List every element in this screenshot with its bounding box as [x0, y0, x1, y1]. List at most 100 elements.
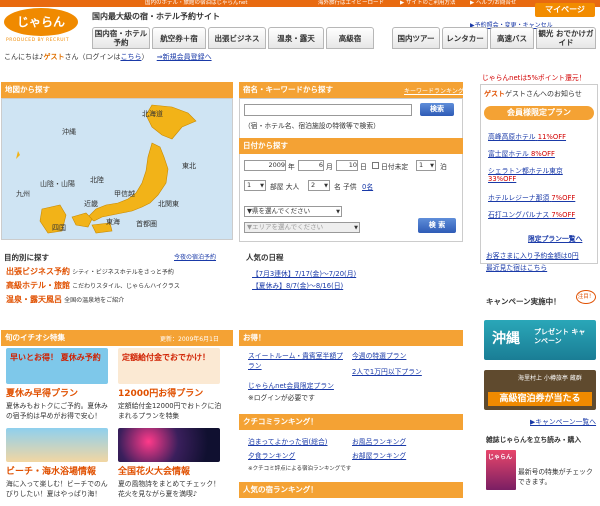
- tab-luxury[interactable]: 高級宿: [326, 27, 374, 49]
- otoku-link[interactable]: 2人で1万円以下プラン: [352, 366, 422, 376]
- plan-name[interactable]: 富士屋ホテル: [488, 150, 529, 158]
- magazine-cover-title: じゃらん: [488, 454, 513, 461]
- feature-label[interactable]: ビーチ・海水浴場情報: [6, 464, 96, 477]
- kuchikomi-link[interactable]: お風呂ランキング: [352, 436, 406, 446]
- plan-link[interactable]: シェラトン都ホテル東京 33%OFF: [488, 165, 592, 183]
- tab-onsen[interactable]: 温泉・露天: [268, 27, 324, 49]
- date-search-button[interactable]: 検 索: [418, 218, 456, 233]
- kuchikomi-link[interactable]: お部屋ランキング: [352, 450, 406, 460]
- prefecture-select[interactable]: ▼県を選んでください: [244, 206, 342, 217]
- purpose-label[interactable]: 高級ホテル・旅館: [6, 281, 70, 290]
- beach-image[interactable]: [6, 428, 108, 462]
- overseas-link[interactable]: 海外旅行はエイビーロード: [318, 0, 384, 7]
- tab-tour[interactable]: 国内ツアー: [392, 27, 440, 49]
- plan-link[interactable]: 石打ユングパルナス 7%OFF: [488, 209, 575, 219]
- otoku-link[interactable]: 今週の特選プラン: [352, 350, 406, 360]
- region-sanin-sanyo[interactable]: 山陰・山陽: [40, 179, 75, 189]
- day-input[interactable]: 10: [336, 160, 358, 171]
- plan-name[interactable]: ホテルレジーナ那須: [488, 194, 549, 202]
- help-link[interactable]: ▶ サイトのご利用方法: [400, 0, 455, 7]
- tab-sightseeing[interactable]: 観光 おでかけガイド: [536, 27, 596, 49]
- schedule-link[interactable]: 【夏休み】8/7(金)〜8/16(日): [252, 280, 343, 290]
- adults-select[interactable]: 2: [308, 180, 330, 191]
- undecided-checkbox[interactable]: [372, 162, 379, 169]
- children-select[interactable]: 0名: [362, 181, 373, 191]
- plan-name[interactable]: 石打ユングパルナス: [488, 211, 549, 219]
- plan-off: 8%OFF: [530, 150, 555, 158]
- keyword-input[interactable]: [244, 104, 412, 116]
- otoku-link[interactable]: じゃらんnet会員限定プラン: [248, 380, 334, 390]
- keyword-search-button[interactable]: 検索: [420, 103, 454, 116]
- my-page-button[interactable]: マイページ: [535, 3, 595, 17]
- purpose-label[interactable]: 出張ビジネス予約: [6, 267, 70, 276]
- year-label: 年: [288, 163, 295, 171]
- feature-banner[interactable]: 早いとお得！ 夏休み予約: [6, 348, 108, 384]
- region-kitakanto[interactable]: 北関東: [158, 199, 179, 209]
- hotel-campaign-banner[interactable]: 海里村上 小樽旅亭 蔵群 高級宿泊券が当たる: [484, 370, 596, 410]
- feature-desc: 定額給付金12000円でおトクに泊まれるプランを特集: [118, 402, 222, 420]
- register-link[interactable]: ⇒新規会員登録へ: [157, 53, 212, 61]
- greeting-text: こんにちは♪: [4, 53, 44, 61]
- tab-domestic-hotel[interactable]: 国内宿・ホテル予約: [92, 27, 150, 49]
- region-shikoku[interactable]: 四国: [52, 223, 66, 233]
- purpose-item[interactable]: 温泉・露天風呂 全国の温泉地をご紹介: [6, 294, 124, 305]
- okinawa-title: 沖縄: [492, 331, 520, 347]
- month-input[interactable]: 6: [298, 160, 324, 171]
- okinawa-banner[interactable]: 沖縄 プレゼント キャンペーン: [484, 320, 596, 360]
- fireworks-image[interactable]: [118, 428, 220, 462]
- notice-link[interactable]: お客さまに入り予約金額は0円: [486, 250, 579, 260]
- magazine-title: 雑誌じゃらんを立ち読み・購入: [486, 436, 582, 444]
- tab-bus[interactable]: 高速バス: [490, 27, 534, 49]
- feature-desc: 海に入って楽しむ！ビーチでのんびりしたい！夏はやっぱり海！: [6, 480, 108, 498]
- purpose-label[interactable]: 温泉・露天風呂: [6, 295, 62, 304]
- plan-link[interactable]: 富士屋ホテル 8%OFF: [488, 148, 555, 158]
- feature-banner[interactable]: 定額給付金でおでかけ！: [118, 348, 220, 384]
- kuchikomi-link[interactable]: 夕食ランキング: [248, 450, 295, 460]
- produced-by: PRODUCED BY RECRUIT: [6, 38, 70, 43]
- otoku-link[interactable]: スイートルーム・貴賓室半額プラン: [248, 350, 348, 370]
- tab-business[interactable]: 出張ビジネス: [208, 27, 266, 49]
- plan-name[interactable]: 高峰高原ホテル: [488, 133, 536, 141]
- region-kyushu[interactable]: 九州: [16, 189, 30, 199]
- region-shutoken[interactable]: 首都圏: [136, 219, 157, 229]
- region-kinki[interactable]: 近畿: [84, 199, 98, 209]
- feature-label[interactable]: 夏休み早得プラン: [6, 386, 78, 399]
- kuchikomi-link[interactable]: 泊まってよかった宿(総合): [248, 436, 327, 446]
- feature-updated: 更新：2009年6月1日: [160, 336, 219, 343]
- recent-link[interactable]: 最近見た宿はこちら: [486, 262, 547, 272]
- plan-list-link[interactable]: 限定プラン一覧へ: [528, 233, 582, 243]
- nights-select[interactable]: 1: [416, 160, 436, 171]
- keyword-ranking-link[interactable]: キーワードランキング: [404, 86, 464, 95]
- feature-label[interactable]: 全国花火大会情報: [118, 464, 190, 477]
- purpose-desc: シティ・ビジネスホテルをさっと予約: [72, 269, 174, 276]
- jalan-logo[interactable]: じゃらん PRODUCED BY RECRUIT: [4, 8, 82, 48]
- tonight-link[interactable]: 今夜の宿泊予約: [174, 252, 216, 261]
- faq-link[interactable]: ▶ ヘルプ/お問合せ: [470, 0, 516, 7]
- area-select[interactable]: ▼エリアを選んでください: [244, 222, 360, 233]
- feature-label[interactable]: 12000円お得プラン: [118, 386, 203, 399]
- purpose-item[interactable]: 高級ホテル・旅館 こだわりスタイル、じゃらんハイクラス: [6, 280, 180, 291]
- schedule-link[interactable]: 【7月3連休】7/17(金)〜7/20(月): [252, 268, 356, 278]
- region-hokkaido[interactable]: 北海道: [142, 109, 163, 119]
- region-hokuriku[interactable]: 北陸: [90, 175, 104, 185]
- tab-rentacar[interactable]: レンタカー: [442, 27, 488, 49]
- login-link[interactable]: こちら: [120, 53, 141, 61]
- adults-label: 名 子供: [334, 183, 357, 191]
- feature-title: 旬のイチオシ特集: [5, 333, 65, 342]
- plan-name[interactable]: シェラトン都ホテル東京: [488, 167, 563, 175]
- purpose-item[interactable]: 出張ビジネス予約 シティ・ビジネスホテルをさっと予約: [6, 266, 174, 277]
- region-koshinetsu[interactable]: 甲信越: [114, 189, 135, 199]
- tab-air-hotel[interactable]: 航空券＋宿: [152, 27, 206, 49]
- region-tokai[interactable]: 東海: [106, 217, 120, 227]
- feature-banner-text: 早いとお得！ 夏休み予約: [10, 353, 101, 362]
- magazine-cover[interactable]: じゃらん: [486, 450, 516, 490]
- plan-off: 33%OFF: [488, 175, 517, 183]
- campaign-list-link[interactable]: ▶キャンペーン一覧へ: [530, 416, 596, 426]
- rooms-select[interactable]: 1: [244, 180, 266, 191]
- keyword-hint: （宿・ホテル名、宿泊施設の特徴等で検索）: [244, 122, 380, 130]
- plan-link[interactable]: 高峰高原ホテル 11%OFF: [488, 131, 566, 141]
- region-okinawa[interactable]: 沖縄: [62, 127, 76, 137]
- plan-link[interactable]: ホテルレジーナ那須 7%OFF: [488, 192, 575, 202]
- year-input[interactable]: 2009: [244, 160, 286, 171]
- region-tohoku[interactable]: 東北: [182, 161, 196, 171]
